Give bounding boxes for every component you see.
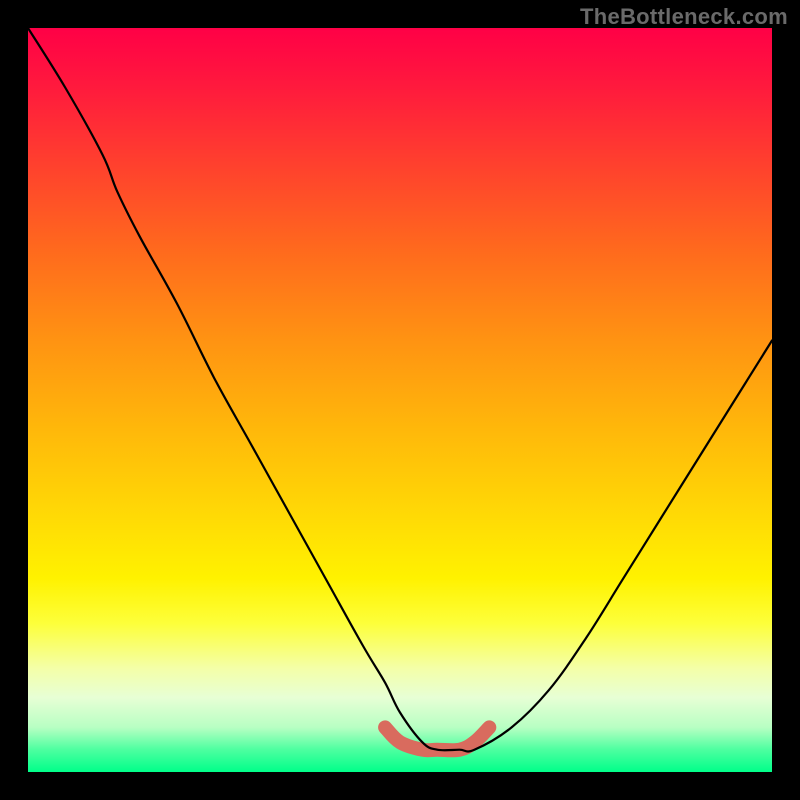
sweet-spot-accent: [385, 727, 489, 750]
plot-area: [28, 28, 772, 772]
curve-layer: [28, 28, 772, 772]
chart-frame: TheBottleneck.com: [0, 0, 800, 800]
watermark-text: TheBottleneck.com: [580, 4, 788, 30]
bottleneck-curve: [28, 28, 772, 751]
